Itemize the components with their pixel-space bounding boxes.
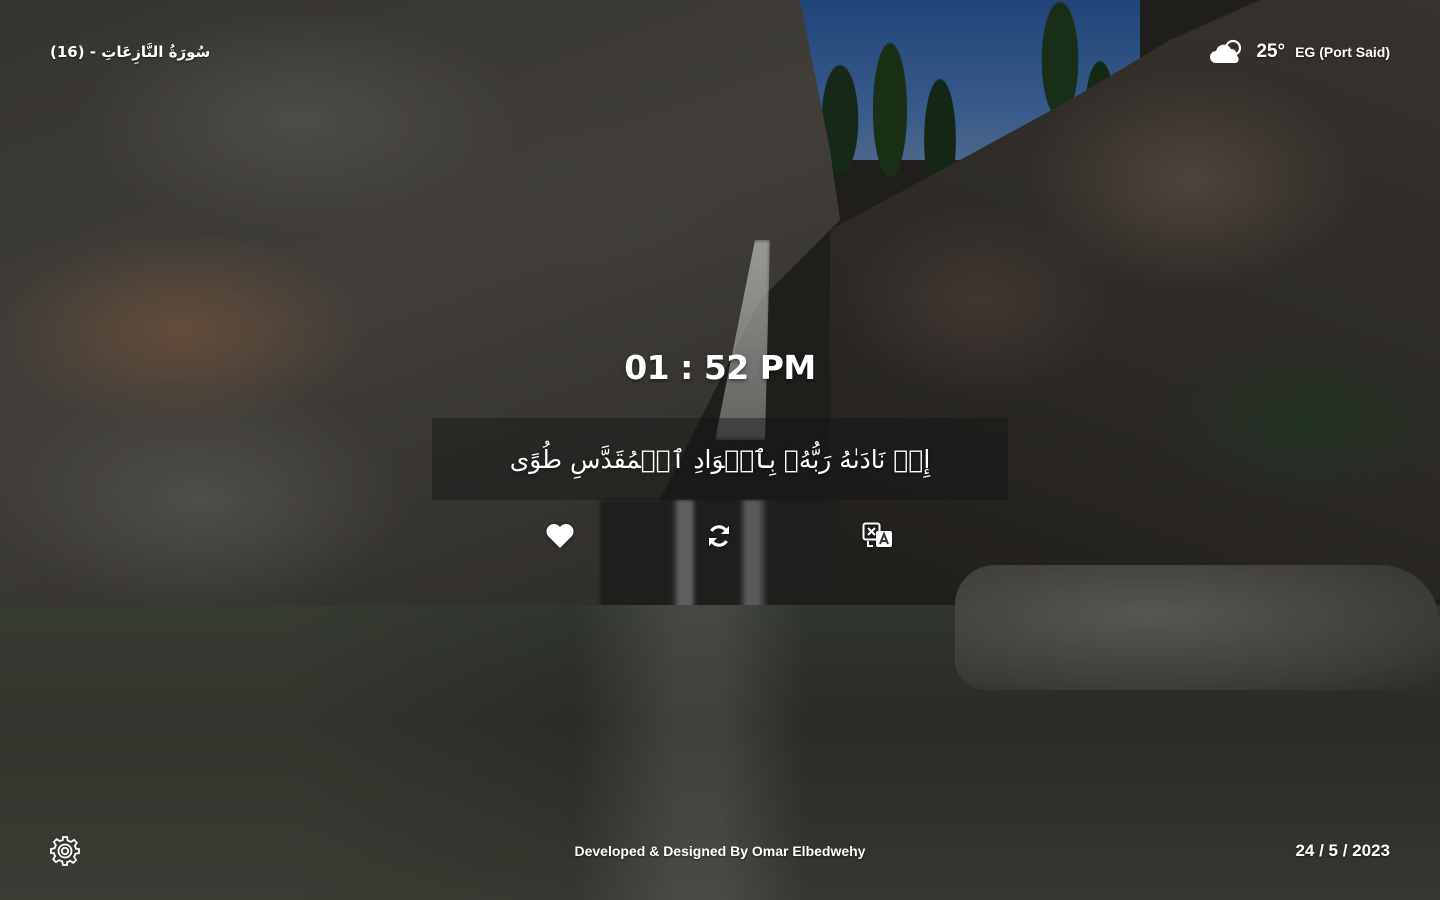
heart-icon xyxy=(546,524,574,548)
translate-button[interactable] xyxy=(858,516,898,556)
temperature: 25° xyxy=(1256,41,1286,62)
verse-text: إِذۡ نَادَىٰهُ رَبُّهُۥ بِٱلۡوَادِ ٱلۡمُ… xyxy=(509,444,931,474)
verse-actions xyxy=(0,516,1440,556)
cloud-sun-icon xyxy=(1210,39,1242,63)
translate-icon xyxy=(862,522,892,547)
favorite-button[interactable] xyxy=(540,516,580,556)
verse-panel: إِذۡ نَادَىٰهُ رَبُّهُۥ بِٱلۡوَادِ ٱلۡمُ… xyxy=(432,418,1008,500)
date-text: 24 / 5 / 2023 xyxy=(1295,841,1390,860)
weather-widget: 25° EG (Port Said) xyxy=(1208,36,1390,68)
surah-title: سُورَةُ النَّازِعَاتِ - (16) xyxy=(50,43,211,61)
credits-text: Developed & Designed By Omar Elbedwehy xyxy=(574,843,866,859)
location: EG (Port Said) xyxy=(1295,44,1390,60)
refresh-icon xyxy=(709,525,729,547)
refresh-button[interactable] xyxy=(699,516,739,556)
clock-time: 01 : 52 PM xyxy=(624,348,816,387)
